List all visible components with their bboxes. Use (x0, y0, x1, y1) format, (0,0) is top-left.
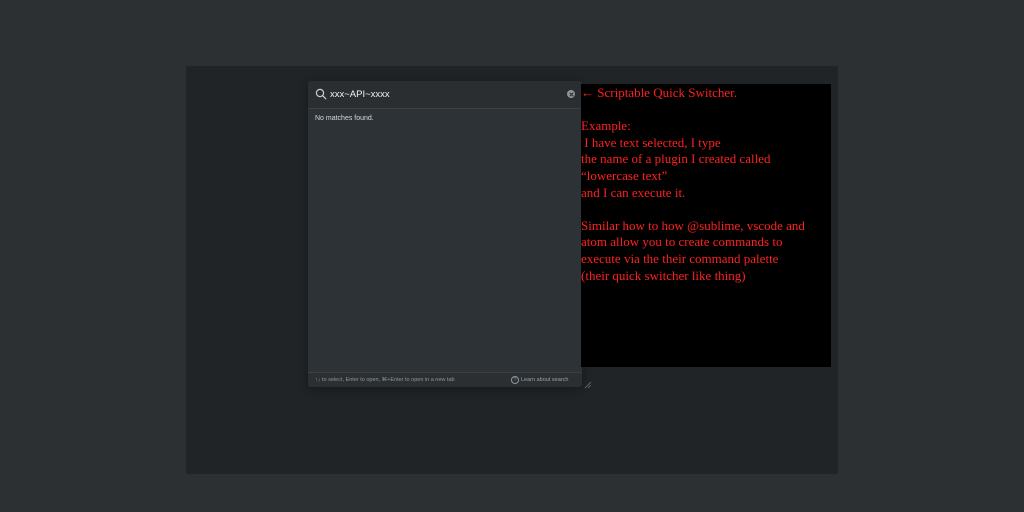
annotation-line: “lowercase text” (581, 167, 668, 183)
search-input[interactable] (330, 86, 560, 102)
search-bar (308, 81, 582, 109)
annotation-line: I have text selected, I type (581, 134, 721, 150)
annotation-line: and I can execute it. (581, 184, 686, 200)
annotation-title: ← Scriptable Quick Switcher. (581, 85, 737, 100)
annotation-note: ← Scriptable Quick Switcher. Example: I … (581, 84, 831, 367)
annotation-line: (their quick switcher like thing) (581, 267, 746, 283)
quick-switcher-dialog: No matches found. ↑↓ to select, Enter to… (308, 81, 582, 387)
annotation-line: Similar how to how @sublime, vscode and (581, 217, 805, 233)
clear-icon[interactable] (567, 90, 575, 98)
resize-handle-icon[interactable] (584, 381, 592, 389)
annotation-line: execute via the their command palette (581, 250, 779, 266)
search-icon (315, 88, 327, 100)
annotation-line: the name of a plugin I created called (581, 151, 771, 167)
annotation-example-heading: Example: (581, 118, 631, 134)
annotation-line: atom allow you to create commands to (581, 234, 783, 250)
keyboard-hint: ↑↓ to select, Enter to open, ⌘+Enter to … (315, 377, 455, 383)
help-icon: ? (511, 376, 519, 384)
learn-about-search-link[interactable]: Learn about search (521, 377, 568, 383)
no-matches-message: No matches found. (315, 115, 374, 122)
switcher-footer: ↑↓ to select, Enter to open, ⌘+Enter to … (308, 372, 582, 387)
